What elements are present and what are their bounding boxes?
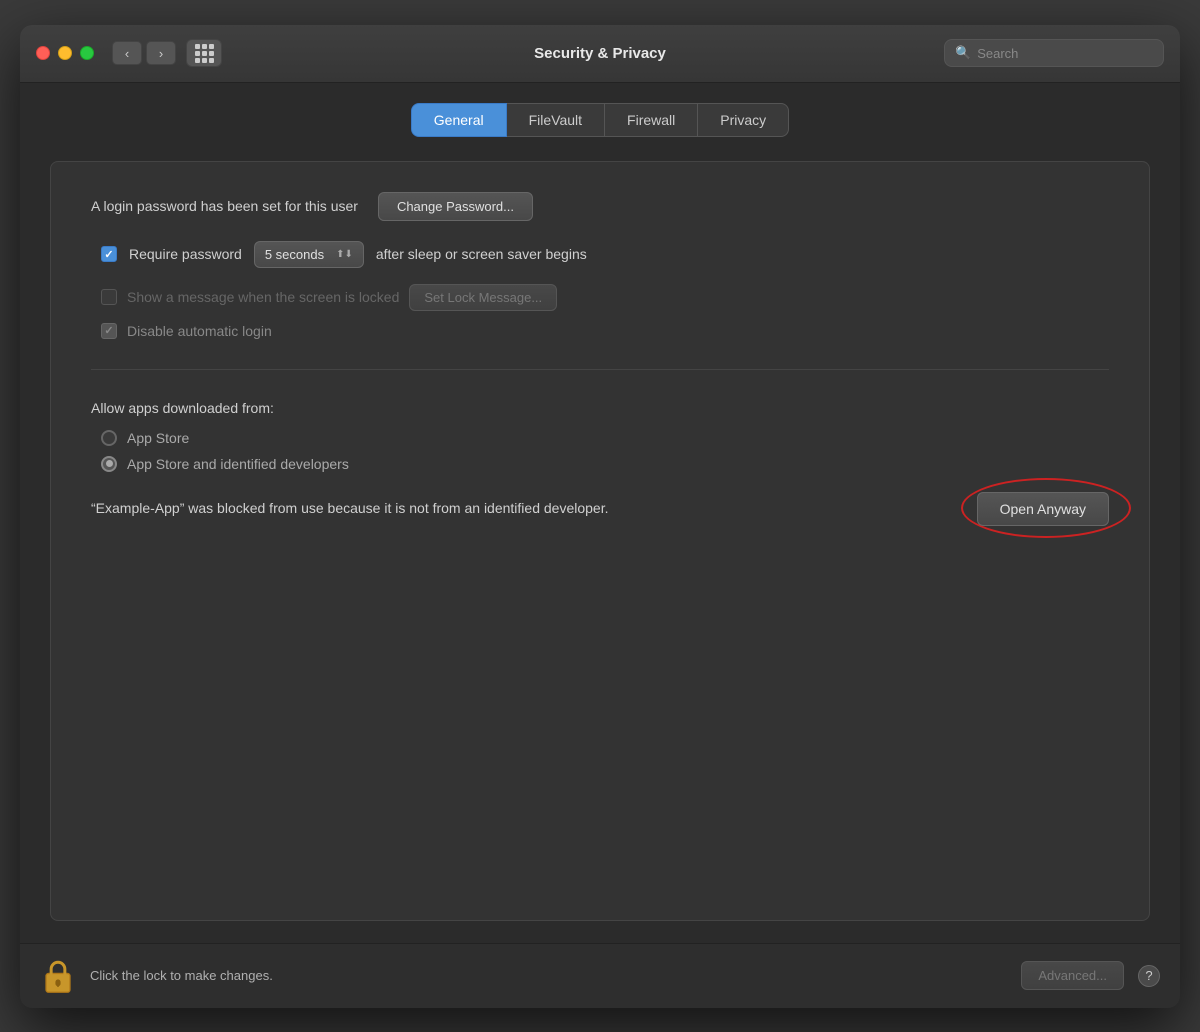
window-title: Security & Privacy [534,45,666,62]
password-delay-dropdown[interactable]: 5 seconds ⬆⬇ [254,241,364,268]
radio-app-store-developers-row: App Store and identified developers [91,456,1109,472]
back-button[interactable]: ‹ [112,41,142,65]
main-window: ‹ › Security & Privacy 🔍 General FileVau… [20,25,1180,1008]
content-area: General FileVault Firewall Privacy A log… [20,83,1180,943]
password-info-label: A login password has been set for this u… [91,198,358,214]
tab-general[interactable]: General [411,103,507,137]
password-row: A login password has been set for this u… [91,192,1109,221]
search-input[interactable] [977,46,1153,61]
radio-app-store-row: App Store [91,430,1109,446]
allow-apps-section: Allow apps downloaded from: App Store Ap… [91,400,1109,472]
disable-autologin-label: Disable automatic login [127,323,272,339]
tab-filevault[interactable]: FileVault [507,103,605,137]
set-lock-message-button[interactable]: Set Lock Message... [409,284,557,311]
password-delay-value: 5 seconds [265,247,324,262]
forward-button[interactable]: › [146,41,176,65]
disable-autologin-checkbox[interactable] [101,323,117,339]
settings-panel: A login password has been set for this u… [50,161,1150,921]
require-password-label: Require password [129,246,242,262]
advanced-button[interactable]: Advanced... [1021,961,1124,990]
blocked-app-message: “Example-App” was blocked from use becau… [91,498,953,519]
radio-app-store-developers-label: App Store and identified developers [127,456,349,472]
grid-button[interactable] [186,39,222,67]
show-message-checkbox[interactable] [101,289,117,305]
after-sleep-label: after sleep or screen saver begins [376,246,587,262]
radio-app-store-developers[interactable] [101,456,117,472]
section-divider [91,369,1109,370]
radio-app-store[interactable] [101,430,117,446]
disable-autologin-row: Disable automatic login [91,323,1109,339]
allow-apps-title: Allow apps downloaded from: [91,400,1109,416]
help-button[interactable]: ? [1138,965,1160,987]
require-password-checkbox[interactable] [101,246,117,262]
radio-app-store-label: App Store [127,430,189,446]
tab-firewall[interactable]: Firewall [605,103,698,137]
tab-bar: General FileVault Firewall Privacy [50,103,1150,137]
grid-icon [195,44,214,63]
minimize-button[interactable] [58,46,72,60]
show-message-label: Show a message when the screen is locked [127,289,399,305]
show-message-row: Show a message when the screen is locked… [91,284,1109,311]
footer: Click the lock to make changes. Advanced… [20,943,1180,1008]
search-icon: 🔍 [955,45,971,61]
maximize-button[interactable] [80,46,94,60]
tab-privacy[interactable]: Privacy [698,103,789,137]
require-password-row: Require password 5 seconds ⬆⬇ after slee… [91,241,1109,268]
titlebar: ‹ › Security & Privacy 🔍 [20,25,1180,83]
help-icon: ? [1145,968,1152,983]
search-bar[interactable]: 🔍 [944,39,1164,67]
open-anyway-button[interactable]: Open Anyway [977,492,1109,526]
window-controls [36,46,94,60]
change-password-button[interactable]: Change Password... [378,192,533,221]
lock-icon[interactable] [40,958,76,994]
open-anyway-container: Open Anyway [977,492,1109,526]
dropdown-arrow-icon: ⬆⬇ [336,249,353,260]
nav-buttons: ‹ › [112,41,176,65]
blocked-app-row: “Example-App” was blocked from use becau… [91,492,1109,526]
close-button[interactable] [36,46,50,60]
footer-lock-text: Click the lock to make changes. [90,968,1007,983]
